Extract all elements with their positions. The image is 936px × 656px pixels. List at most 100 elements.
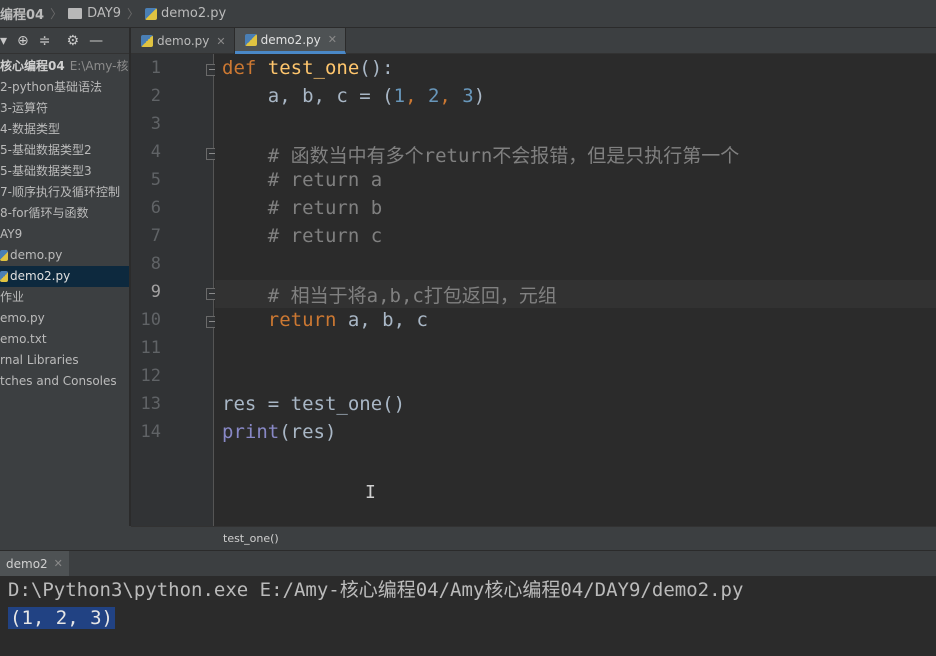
breadcrumb-file[interactable]: demo2.py bbox=[145, 6, 226, 21]
code-line-10: return a, b, c bbox=[222, 309, 428, 331]
tree-root-path: E:\Amy-核心 bbox=[69, 59, 129, 73]
line-number: 2 bbox=[150, 86, 161, 106]
python-file-icon bbox=[0, 271, 8, 282]
folder-icon bbox=[68, 8, 83, 19]
settings-dropdown-icon[interactable]: ▾ bbox=[0, 33, 7, 49]
line-number: 13 bbox=[140, 394, 161, 414]
comment-text: # return b bbox=[267, 197, 383, 219]
code-line-4-comment: # 函数当中有多个return不会报错，但是只执行第一个 bbox=[222, 141, 740, 168]
line-number: 14 bbox=[140, 422, 161, 442]
tree-item-folder[interactable]: 3-运算符 bbox=[0, 98, 129, 119]
panel-divider bbox=[0, 526, 131, 550]
line-number: 8 bbox=[150, 254, 161, 274]
tree-item-folder[interactable]: 作业 bbox=[0, 287, 129, 308]
tree-item-folder[interactable]: 4-数据类型 bbox=[0, 119, 129, 140]
line-number: 11 bbox=[140, 338, 161, 358]
console-output-line: (1, 2, 3) bbox=[8, 604, 936, 632]
minimize-icon[interactable]: — bbox=[89, 33, 103, 49]
tree-item-file[interactable]: emo.txt bbox=[0, 329, 129, 350]
line-number: 3 bbox=[150, 114, 161, 134]
project-toolbar: ▾ ⊕ ≑ ⚙ — bbox=[0, 28, 129, 54]
tree-item-folder[interactable]: 5-基础数据类型2 bbox=[0, 140, 129, 161]
tree-item-scratches[interactable]: tches and Consoles bbox=[0, 371, 129, 392]
editor-tabs: demo.py ✕ demo2.py ✕ bbox=[131, 28, 936, 54]
code-line-9-comment: # 相当于将a,b,c打包返回，元组 bbox=[222, 281, 557, 308]
gear-icon[interactable]: ⚙ bbox=[67, 33, 80, 49]
number-literal: 1 bbox=[393, 85, 406, 107]
function-name: test_one bbox=[267, 57, 360, 79]
breadcrumb-project[interactable]: 编程04 bbox=[0, 4, 44, 23]
code-editor[interactable]: def test_one(): a, b, c = (1, 2, 3) # 函数… bbox=[215, 54, 936, 526]
breadcrumb-file-label: demo2.py bbox=[161, 6, 227, 21]
tree-item-label: demo.py bbox=[10, 248, 63, 262]
tree-item-folder[interactable]: AY9 bbox=[0, 224, 129, 245]
comment-text: # 相当于将a,b,c打包返回，元组 bbox=[267, 285, 557, 307]
project-tree: 核心编程04 E:\Amy-核心 2-python基础语法 3-运算符 4-数据类… bbox=[0, 54, 129, 392]
code-line-7-comment: # return c bbox=[222, 225, 382, 247]
python-file-icon bbox=[0, 250, 8, 261]
tree-item-folder[interactable]: 7-顺序执行及循环控制 bbox=[0, 182, 129, 203]
run-console[interactable]: D:\Python3\python.exe E:/Amy-核心编程04/Amy核… bbox=[0, 576, 936, 656]
close-icon[interactable]: ✕ bbox=[328, 33, 337, 46]
breadcrumb-folder[interactable]: DAY9 bbox=[68, 6, 121, 21]
console-output-selected: (1, 2, 3) bbox=[8, 607, 115, 629]
tree-root-label: 核心编程04 bbox=[0, 59, 65, 73]
number-literal: 2 bbox=[427, 85, 440, 107]
keyword-return: return bbox=[267, 309, 337, 331]
close-icon[interactable]: ✕ bbox=[216, 35, 225, 48]
code-text: (res) bbox=[279, 421, 337, 443]
tree-item-file-selected[interactable]: demo2.py bbox=[0, 266, 129, 287]
navigation-breadcrumb: 编程04 〉 DAY9 〉 demo2.py bbox=[0, 0, 936, 28]
tab-demo2-py[interactable]: demo2.py ✕ bbox=[234, 28, 346, 54]
run-tab-label: demo2 bbox=[6, 556, 48, 571]
tree-root[interactable]: 核心编程04 E:\Amy-核心 bbox=[0, 56, 129, 77]
tab-demo-py[interactable]: demo.py ✕ bbox=[131, 28, 235, 54]
tree-item-label: demo2.py bbox=[10, 269, 71, 283]
line-number: 7 bbox=[150, 226, 161, 246]
code-line-14: print(res) bbox=[222, 421, 336, 443]
comment-text: # return a bbox=[267, 169, 383, 191]
collapse-icon[interactable]: ≑ bbox=[39, 33, 51, 49]
keyword-def: def bbox=[222, 57, 257, 79]
project-panel: ▾ ⊕ ≑ ⚙ — 核心编程04 E:\Amy-核心 2-python基础语法 3… bbox=[0, 28, 130, 550]
tree-item-folder[interactable]: 8-for循环与函数 bbox=[0, 203, 129, 224]
tree-item-folder[interactable]: 2-python基础语法 bbox=[0, 77, 129, 98]
close-icon[interactable]: ✕ bbox=[54, 557, 63, 570]
tree-item-folder[interactable]: 5-基础数据类型3 bbox=[0, 161, 129, 182]
line-number-current: 9 bbox=[150, 282, 161, 302]
text-cursor-icon: I bbox=[365, 482, 376, 503]
code-line-2: a, b, c = (1, 2, 3) bbox=[222, 85, 485, 107]
tab-label: demo2.py bbox=[260, 32, 321, 47]
target-icon[interactable]: ⊕ bbox=[17, 33, 29, 49]
code-text: ) bbox=[473, 85, 486, 107]
line-number: 1 bbox=[150, 58, 161, 78]
run-panel-tabs: demo2 ✕ bbox=[0, 550, 936, 577]
comment-text: # 函数当中有多个return不会报错，但是只执行第一个 bbox=[267, 145, 740, 167]
tree-item-file[interactable]: demo.py bbox=[0, 245, 129, 266]
comma: , bbox=[405, 85, 428, 107]
ide-window: 编程04 〉 DAY9 〉 demo2.py ▾ ⊕ ≑ ⚙ — 核心编程04 E… bbox=[0, 0, 936, 656]
comment-text: # return c bbox=[267, 225, 383, 247]
run-tab-demo2[interactable]: demo2 ✕ bbox=[0, 550, 69, 577]
tree-item-file[interactable]: emo.py bbox=[0, 308, 129, 329]
tree-item-libraries[interactable]: rnal Libraries bbox=[0, 350, 129, 371]
code-text: res = test_one() bbox=[222, 393, 406, 415]
console-command-line: D:\Python3\python.exe E:/Amy-核心编程04/Amy核… bbox=[8, 579, 744, 601]
line-number: 6 bbox=[150, 198, 161, 218]
code-text: (): bbox=[359, 57, 394, 79]
line-number: 12 bbox=[140, 366, 161, 386]
line-number-gutter[interactable]: 1 2 3 4 5 6 7 8 9 10 11 12 13 14 bbox=[131, 54, 218, 526]
code-text: a, b, c = ( bbox=[267, 85, 394, 107]
code-line-5-comment: # return a bbox=[222, 169, 382, 191]
code-structure-breadcrumb[interactable]: test_one() bbox=[131, 526, 936, 550]
code-line-6-comment: # return b bbox=[222, 197, 382, 219]
python-file-icon bbox=[141, 35, 153, 47]
chevron-right-icon: 〉 bbox=[127, 7, 140, 21]
line-number: 4 bbox=[150, 142, 161, 162]
python-file-icon bbox=[244, 33, 257, 46]
code-line-1: def test_one(): bbox=[222, 57, 394, 79]
breadcrumb-folder-label: DAY9 bbox=[87, 6, 121, 21]
code-text: a, b, c bbox=[336, 309, 428, 331]
builtin-print: print bbox=[222, 421, 280, 443]
line-number: 5 bbox=[150, 170, 161, 190]
